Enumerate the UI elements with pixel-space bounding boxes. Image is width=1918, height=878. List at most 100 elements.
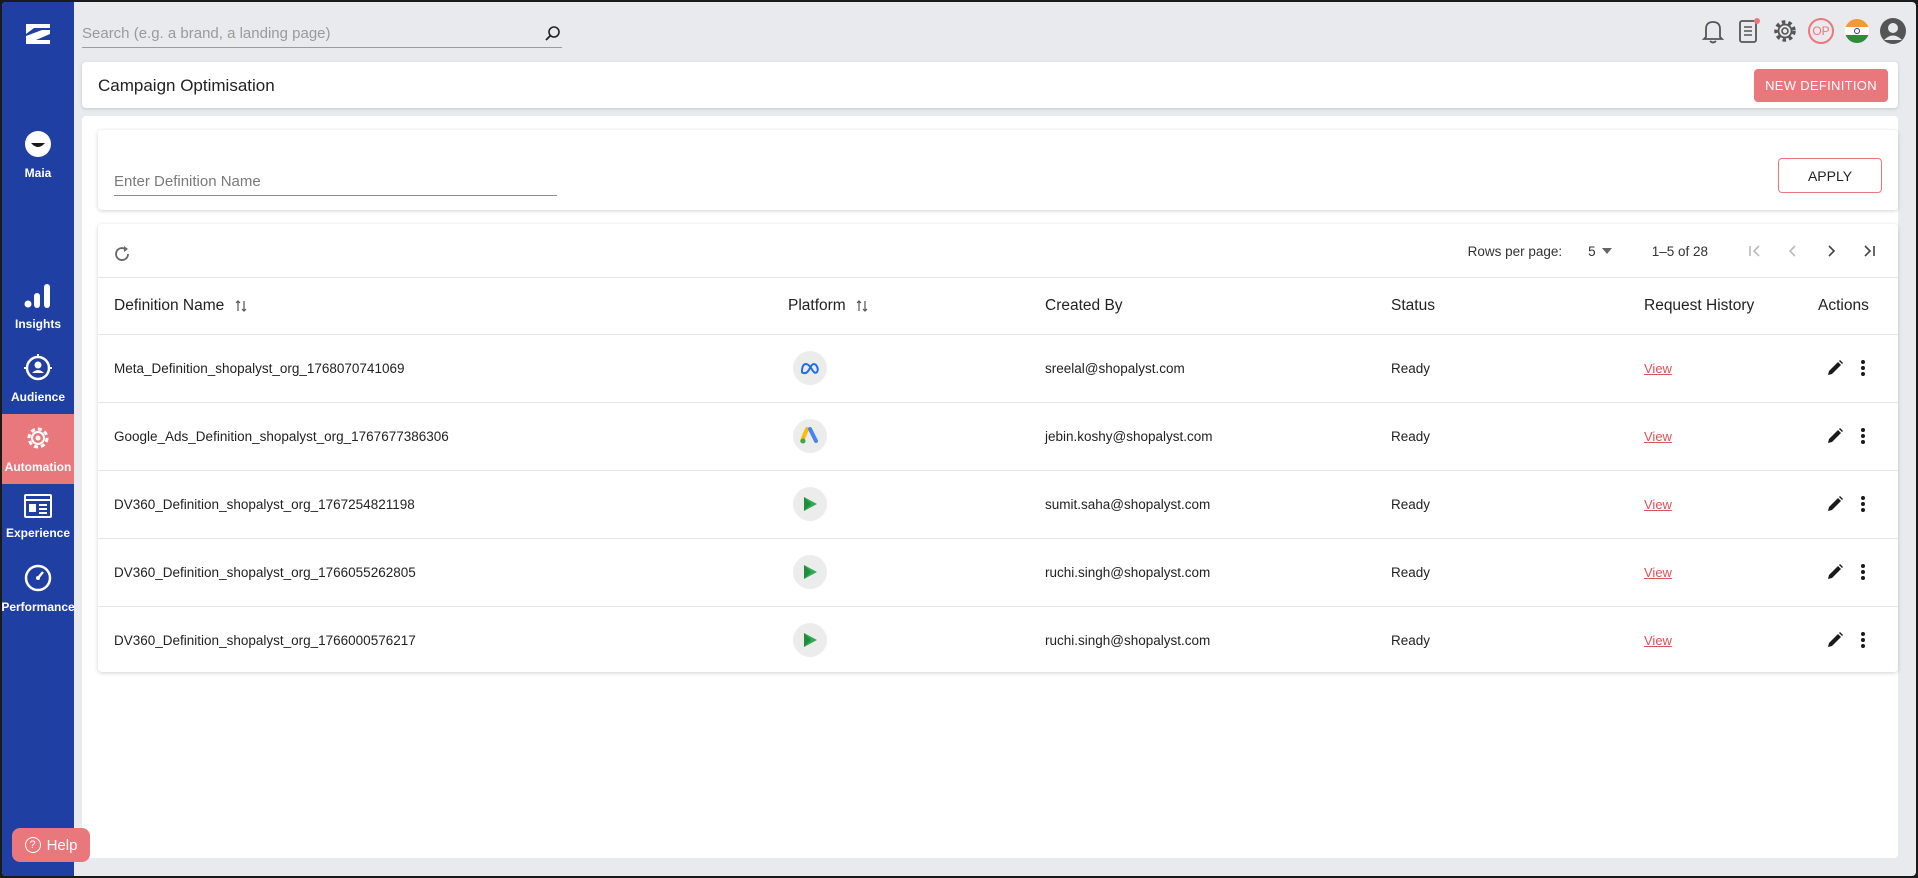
meta-icon: [793, 351, 827, 385]
more-vertical-icon[interactable]: [1860, 563, 1866, 581]
rows-per-page-label: Rows per page:: [1467, 243, 1563, 259]
user-initials-badge: OP: [1808, 18, 1834, 44]
request-history-cell: View: [1644, 470, 1794, 539]
last-page-icon: [1864, 245, 1875, 257]
actions-cell: [1794, 334, 1898, 403]
profile-button[interactable]: [1878, 16, 1908, 46]
more-vertical-icon[interactable]: [1860, 359, 1866, 377]
platform-cell: [788, 538, 1045, 607]
definition-name-input[interactable]: [114, 168, 557, 196]
column-header-platform[interactable]: Platform: [788, 278, 1045, 335]
google-ads-icon: [793, 419, 827, 453]
edit-icon[interactable]: [1826, 631, 1844, 649]
main-panel: APPLY Rows per page: 5 1–5 of 28: [82, 116, 1898, 858]
status-cell: Ready: [1391, 470, 1644, 539]
reports-button[interactable]: [1734, 16, 1764, 46]
definition-name-cell: Meta_Definition_shopalyst_org_1768070741…: [98, 334, 788, 403]
view-history-link[interactable]: View: [1644, 633, 1672, 648]
column-header-definition-name[interactable]: Definition Name: [98, 278, 788, 335]
document-icon: [1739, 18, 1760, 43]
definitions-table-card: Rows per page: 5 1–5 of 28 Definition Na…: [98, 224, 1898, 672]
platform-cell: [788, 470, 1045, 539]
region-button[interactable]: [1842, 16, 1872, 46]
definition-name-cell: DV360_Definition_shopalyst_org_176600057…: [114, 632, 416, 648]
gear-icon: [27, 427, 49, 449]
help-button[interactable]: ? Help: [12, 828, 90, 862]
last-page-button[interactable]: [1850, 238, 1888, 264]
topbar-icons: OP: [1698, 16, 1908, 46]
app-logo-icon[interactable]: [22, 20, 54, 48]
search-icon[interactable]: [544, 25, 562, 43]
sort-icon: [235, 299, 247, 312]
sidebar-item-experience[interactable]: Experience: [2, 482, 74, 552]
dv360-icon: [793, 555, 827, 589]
sidebar-item-label: Automation: [4, 460, 72, 474]
new-definition-button[interactable]: NEW DEFINITION: [1754, 69, 1888, 102]
next-page-button[interactable]: [1812, 238, 1850, 264]
gear-icon: [1774, 20, 1796, 42]
first-page-icon: [1749, 245, 1760, 257]
status-cell: Ready: [1391, 632, 1431, 648]
apply-button[interactable]: APPLY: [1778, 158, 1882, 193]
edit-icon[interactable]: [1826, 427, 1844, 445]
view-history-link[interactable]: View: [1644, 361, 1672, 376]
sidebar-item-performance[interactable]: Performance: [2, 554, 75, 624]
column-header-actions: Actions: [1794, 278, 1898, 335]
more-vertical-icon[interactable]: [1860, 495, 1866, 513]
notifications-button[interactable]: [1698, 16, 1728, 46]
sidebar-item-label: Audience: [10, 390, 65, 404]
actions-cell: [1794, 606, 1898, 674]
help-label: Help: [46, 836, 78, 854]
sidebar-item-label: Experience: [5, 526, 71, 540]
column-header-label: Actions: [1818, 296, 1869, 314]
actions-cell: [1794, 402, 1898, 471]
chevron-right-icon: [1828, 245, 1836, 257]
more-vertical-icon[interactable]: [1860, 427, 1866, 445]
settings-button[interactable]: [1770, 16, 1800, 46]
speedometer-icon: [24, 564, 52, 592]
request-history-cell: View: [1644, 402, 1794, 471]
sidebar-item-insights[interactable]: Insights: [2, 272, 74, 342]
dv360-icon: [793, 623, 827, 658]
sidebar-item-label: Insights: [14, 317, 61, 331]
bar-chart-icon: [24, 284, 50, 308]
previous-page-button[interactable]: [1774, 238, 1812, 264]
created-by-cell: sumit.saha@shopalyst.com: [1045, 470, 1391, 539]
chevron-left-icon: [1788, 245, 1796, 257]
created-by-cell: ruchi.singh@shopalyst.com: [1045, 632, 1211, 648]
view-history-link[interactable]: View: [1644, 565, 1672, 580]
table-toolbar: Rows per page: 5 1–5 of 28: [98, 224, 1898, 278]
edit-icon[interactable]: [1826, 563, 1844, 581]
actions-cell: [1794, 538, 1898, 607]
sidebar-item-audience[interactable]: Audience: [2, 344, 74, 414]
view-history-link[interactable]: View: [1644, 429, 1672, 444]
sort-icon: [856, 299, 868, 312]
pagination-range: 1–5 of 28: [1651, 243, 1708, 259]
filter-card: APPLY: [98, 130, 1898, 210]
more-vertical-icon[interactable]: [1860, 631, 1866, 649]
edit-icon[interactable]: [1826, 495, 1844, 513]
status-cell: Ready: [1391, 402, 1644, 471]
platform-cell: [788, 606, 1045, 674]
table-row: DV360_Definition_shopalyst_org_176600057…: [98, 606, 1898, 674]
column-header-status: Status: [1391, 278, 1644, 335]
definitions-table: Definition Name Platform Created By Stat…: [98, 278, 1898, 674]
definition-name-cell: Google_Ads_Definition_shopalyst_org_1767…: [98, 402, 788, 471]
table-header-row: Definition Name Platform Created By Stat…: [98, 278, 1898, 335]
row-actions: [1794, 631, 1898, 649]
refresh-icon[interactable]: [112, 244, 132, 264]
view-history-link[interactable]: View: [1644, 497, 1672, 512]
page-title: Campaign Optimisation: [98, 76, 275, 95]
edit-icon[interactable]: [1826, 359, 1844, 377]
first-page-button[interactable]: [1736, 238, 1774, 264]
user-initials-button[interactable]: OP: [1806, 16, 1836, 46]
bell-icon: [1701, 21, 1725, 44]
sidebar-item-label: Maia: [24, 166, 52, 180]
request-history-cell: View: [1644, 538, 1794, 607]
row-actions: [1794, 427, 1898, 445]
sidebar-item-maia[interactable]: Maia: [2, 120, 74, 190]
search-input[interactable]: [82, 25, 544, 42]
sidebar-item-automation[interactable]: Automation: [2, 414, 74, 484]
pagination: Rows per page: 5 1–5 of 28: [1468, 238, 1888, 264]
rows-per-page-select[interactable]: 5: [1588, 244, 1612, 259]
